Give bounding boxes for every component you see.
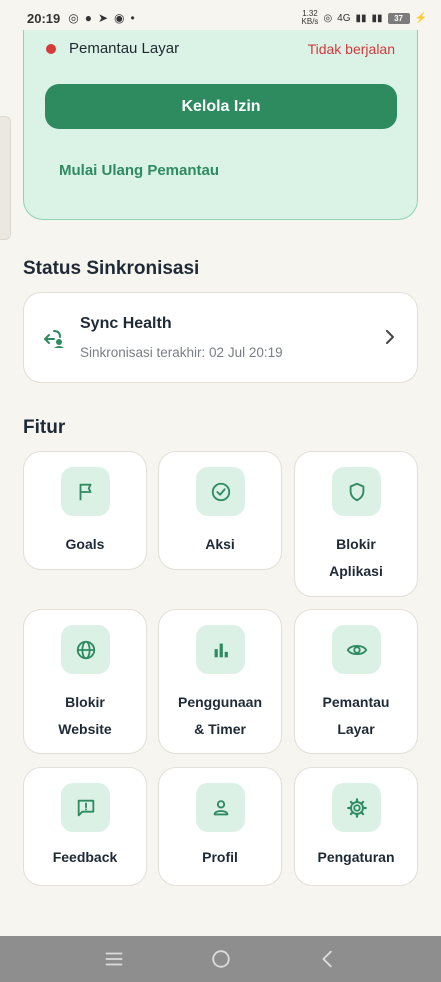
more-dot-icon: • [130,11,135,25]
eye-icon [332,625,381,674]
feature-label: Pemantau Layar [322,694,390,737]
whatsapp-icon: ◎ [68,11,79,25]
bar-chart-icon [196,625,245,674]
globe-icon [61,625,110,674]
person-icon [196,783,245,832]
feature-feedback[interactable]: Feedback [23,767,147,886]
menu-icon [105,952,122,966]
check-circle-icon [196,467,245,516]
feature-label: Feedback [52,849,118,865]
sync-health-card[interactable]: Sync Health Sinkronisasi terakhir: 02 Ju… [23,292,418,383]
shield-icon [332,467,381,516]
sync-title: Sync Health [80,315,172,332]
hotspot-icon: ◎ [323,12,333,24]
network-type: 4G [337,12,351,24]
net-speed: 1.32 KB/s [301,9,319,26]
feature-label: Pengaturan [317,849,395,865]
monitor-panel: Pemantau Layar Tidak berjalan Kelola Izi… [23,30,418,220]
monitor-label: Pemantau Layar [69,40,180,57]
sync-subtitle: Sinkronisasi terakhir: 02 Jul 20:19 [80,345,283,360]
back-arrow-icon [322,950,332,968]
feature-profile[interactable]: Profil [158,767,282,886]
sync-icon [44,330,64,348]
signal-icon: ▮▮ [355,12,367,24]
chat-icon: ● [84,11,92,25]
gear-icon [332,783,381,832]
app-icon: ◉ [114,11,125,25]
feature-label: Profil [202,849,238,865]
status-dot-icon [46,43,56,54]
home-button[interactable] [209,947,233,971]
feature-settings[interactable]: Pengaturan [294,767,418,886]
feature-label: Blokir Website [58,694,112,737]
telegram-icon: ➤ [97,11,109,25]
restart-monitor-link[interactable]: Mulai Ulang Pemantau [59,162,219,179]
edge-panel-handle[interactable] [0,116,11,240]
feature-label: Blokir Aplikasi [329,536,383,579]
feature-usage-timer[interactable]: Penggunaan & Timer [158,609,282,754]
monitor-status: Tidak berjalan [307,40,395,57]
feedback-icon [61,783,110,832]
feature-block-website[interactable]: Blokir Website [23,609,147,754]
battery-icon: 37 [387,12,410,24]
manage-permissions-button[interactable]: Kelola Izin [45,84,397,129]
system-nav-bar [0,936,441,982]
recent-apps-button[interactable] [102,947,126,971]
feature-label: Penggunaan & Timer [177,694,262,737]
flag-icon [61,467,110,516]
home-circle-icon [211,950,230,968]
signal-icon-2: ▮▮ [371,12,383,24]
notification-icons: ◎ ● ➤ ◉ • [68,11,134,25]
feature-label: Aksi [205,536,235,552]
charging-icon: ⚡ [414,12,427,24]
feature-label: Goals [65,536,105,552]
feature-block-apps[interactable]: Blokir Aplikasi [294,451,418,597]
feature-actions[interactable]: Aksi [158,451,282,570]
system-icons: 1.32 KB/s ◎ 4G ▮▮ ▮▮ 37 ⚡ [302,10,427,26]
back-button[interactable] [316,947,340,971]
feature-goals[interactable]: Goals [23,451,147,570]
status-time: 20:19 [27,10,61,26]
sync-section-title: Status Sinkronisasi [23,258,200,279]
features-section-title: Fitur [23,417,66,438]
monitor-status-row: Pemantau Layar Tidak berjalan [46,40,395,57]
chevron-right-icon [386,330,394,344]
feature-screen-monitor[interactable]: Pemantau Layar [294,609,418,754]
